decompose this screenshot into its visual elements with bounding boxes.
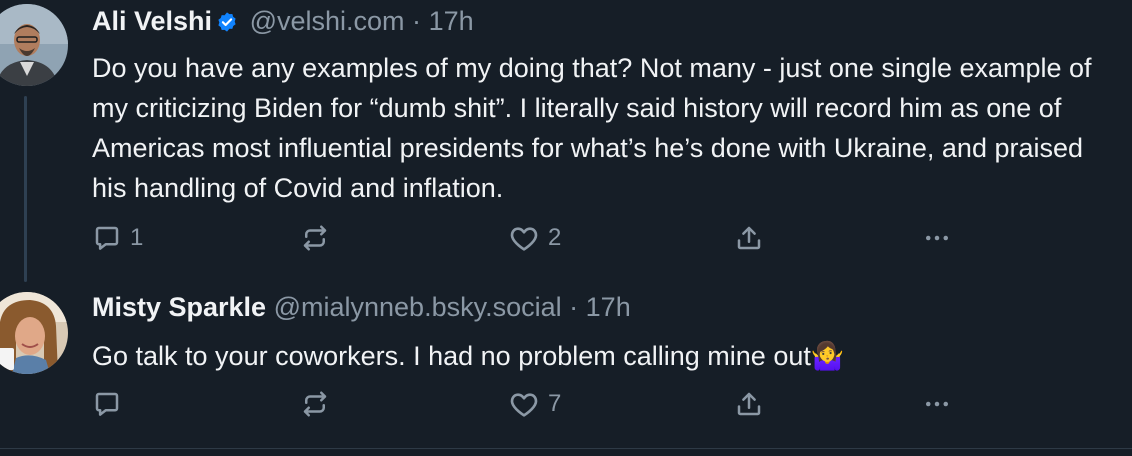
post-divider [0, 448, 1132, 449]
more-icon [922, 223, 952, 253]
post-text: Go talk to your coworkers. I had no prob… [92, 341, 845, 371]
post-time[interactable]: 17h [429, 6, 474, 36]
post-actions: 7 [92, 386, 992, 422]
post-actions: 1 2 [92, 220, 992, 256]
repost-icon [300, 223, 330, 253]
like-button[interactable]: 7 [508, 386, 561, 422]
reply-button[interactable] [92, 386, 130, 422]
like-button[interactable]: 2 [508, 220, 561, 256]
repost-button[interactable] [300, 386, 338, 422]
separator-dot: · [569, 292, 579, 322]
author-name[interactable]: Ali Velshi [92, 6, 212, 36]
heart-icon [508, 388, 540, 420]
reply-button[interactable]: 1 [92, 220, 143, 256]
like-count: 2 [548, 224, 562, 251]
reply-icon [92, 389, 122, 419]
share-icon [734, 389, 764, 419]
share-button[interactable] [734, 386, 764, 422]
more-icon [922, 389, 952, 419]
author-handle[interactable]: @mialynneb.bsky.social [274, 292, 562, 322]
post-header: Misty Sparkle @mialynneb.bsky.social · 1… [92, 290, 631, 324]
separator-dot: · [412, 6, 422, 36]
share-button[interactable] [734, 220, 764, 256]
repost-icon [300, 389, 330, 419]
more-button[interactable] [922, 220, 952, 256]
post-header: Ali Velshi @velshi.com · 17h [92, 4, 474, 41]
post-ali-velshi[interactable]: Ali Velshi @velshi.com · 17h Do you have… [0, 0, 1132, 282]
reply-count: 1 [130, 224, 144, 251]
author-name[interactable]: Misty Sparkle [92, 292, 266, 322]
repost-button[interactable] [300, 220, 338, 256]
post-text: Do you have any examples of my doing tha… [92, 53, 1092, 203]
like-count: 7 [548, 390, 562, 417]
more-button[interactable] [922, 386, 952, 422]
post-misty-sparkle[interactable]: Misty Sparkle @mialynneb.bsky.social · 1… [0, 272, 1132, 448]
reply-icon [92, 223, 122, 253]
verified-badge-icon [216, 7, 238, 41]
avatar-ali-velshi[interactable] [0, 4, 68, 86]
author-handle[interactable]: @velshi.com [250, 6, 405, 36]
post-time[interactable]: 17h [586, 292, 631, 322]
share-icon [734, 223, 764, 253]
avatar-misty-sparkle[interactable] [0, 292, 68, 374]
thread-line [24, 96, 27, 282]
heart-icon [508, 222, 540, 254]
